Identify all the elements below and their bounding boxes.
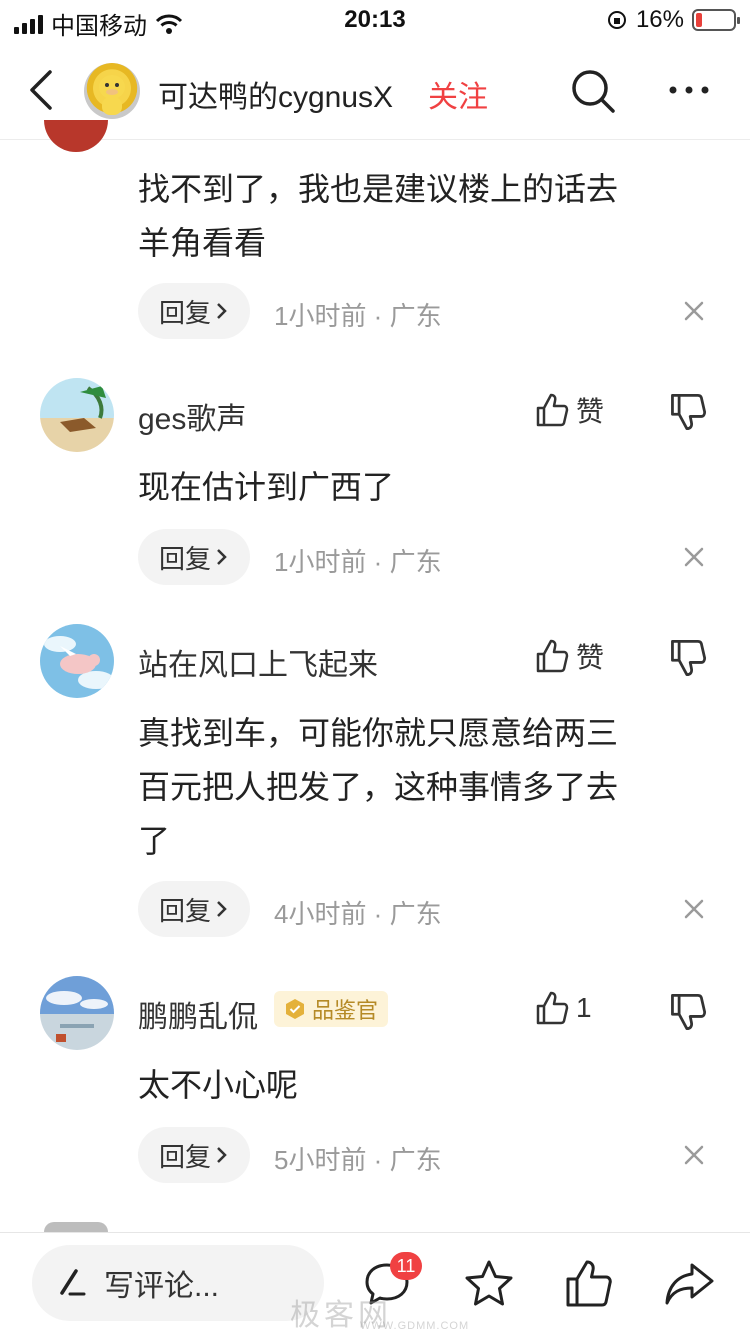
author-avatar[interactable]: [84, 63, 140, 119]
close-icon[interactable]: [680, 543, 708, 571]
orientation-lock-icon: [607, 11, 626, 29]
chevron-right-icon: [217, 303, 227, 319]
pen-icon: [60, 1269, 86, 1296]
battery-icon: [692, 9, 740, 31]
comment-text: 找不到了，我也是建议楼上的话去 羊角看看: [138, 171, 619, 261]
username[interactable]: ges歌声: [138, 394, 246, 438]
battery-percent: 16%: [635, 6, 684, 33]
comment-meta: 1小时前 · 广东: [274, 301, 442, 331]
search-icon[interactable]: [568, 66, 618, 116]
comment-meta: 1小时前 · 广东: [274, 547, 442, 577]
comment-text: 真找到车，可能你就只愿意给两三 百元把人把发了，这种事情多了去 了: [138, 715, 619, 859]
avatar[interactable]: [40, 976, 114, 1050]
comment-count-badge: 11: [390, 1252, 422, 1280]
close-icon[interactable]: [680, 895, 708, 923]
close-icon[interactable]: [680, 297, 708, 325]
status-badge: 品鉴官: [274, 991, 389, 1027]
comment-text: 现在估计到广西了: [138, 469, 395, 505]
write-comment-input[interactable]: 写评论...: [32, 1245, 324, 1321]
share-icon[interactable]: [662, 1257, 716, 1311]
status-bar: 中国移动 20:13 16%: [0, 0, 750, 40]
author-name[interactable]: 可达鸭的cygnusX: [158, 72, 393, 116]
like-button[interactable]: 赞: [534, 390, 604, 430]
avatar[interactable]: [44, 120, 108, 152]
star-icon[interactable]: [462, 1257, 516, 1311]
avatar[interactable]: [40, 624, 114, 698]
thumbs-up-icon[interactable]: [562, 1257, 616, 1311]
close-icon[interactable]: [680, 1141, 708, 1169]
like-count: 1: [576, 992, 592, 1023]
username[interactable]: 鹏鹏乱侃: [138, 992, 258, 1036]
reply-button[interactable]: 回复: [138, 529, 250, 585]
username[interactable]: 站在风口上飞起来: [138, 640, 378, 684]
badge-icon: [286, 999, 304, 1019]
chevron-right-icon: [217, 549, 227, 565]
reply-button[interactable]: 回复: [138, 283, 250, 339]
reply-button[interactable]: 回复: [138, 1127, 250, 1183]
thumbs-down-icon[interactable]: [668, 392, 708, 432]
back-arrow-icon[interactable]: [24, 68, 64, 112]
thumbs-down-icon[interactable]: [668, 638, 708, 678]
thumbs-up-icon: [536, 393, 569, 427]
follow-button[interactable]: 关注: [428, 72, 488, 116]
avatar[interactable]: [40, 378, 114, 452]
reply-button[interactable]: 回复: [138, 881, 250, 937]
avatar: [44, 1222, 108, 1232]
nav-bar: 可达鸭的cygnusX 关注: [0, 40, 750, 140]
chevron-right-icon: [217, 1147, 227, 1163]
thumbs-up-icon: [536, 991, 569, 1025]
comment-meta: 5小时前 · 广东: [274, 1145, 442, 1175]
thumbs-down-icon[interactable]: [668, 992, 708, 1032]
comment-text: 太不小心呢: [138, 1067, 299, 1103]
like-button[interactable]: 1: [534, 990, 592, 1026]
more-options-icon[interactable]: [664, 70, 714, 110]
like-button[interactable]: 赞: [534, 636, 604, 676]
comment-meta: 4小时前 · 广东: [274, 899, 442, 929]
thumbs-up-icon: [536, 639, 569, 673]
chevron-right-icon: [217, 901, 227, 917]
watermark: 极客网 WWW.GDMM.COM: [290, 1299, 470, 1332]
